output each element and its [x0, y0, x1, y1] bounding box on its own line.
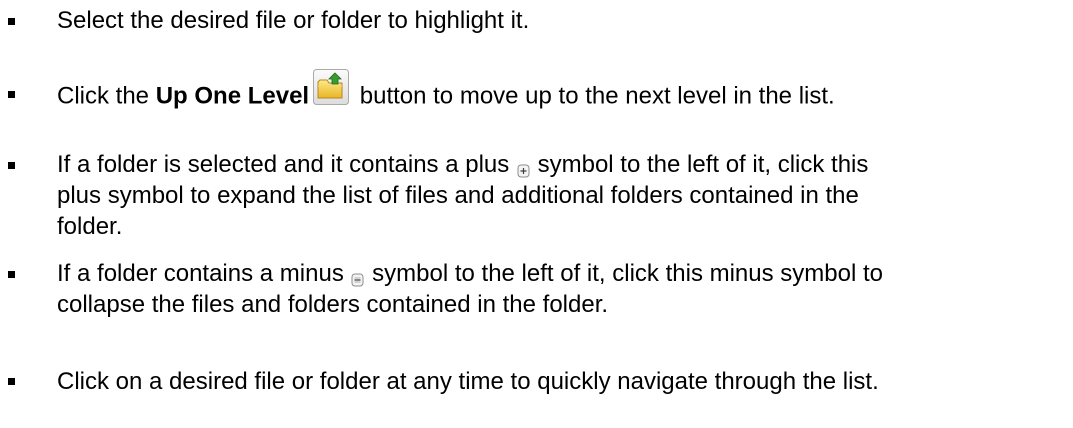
bullet-marker	[8, 91, 15, 98]
bullet-marker	[8, 18, 15, 25]
list-item-line: If a folder is selected and it contains …	[57, 149, 1067, 180]
list-item-line: plus symbol to expand the list of files …	[57, 182, 859, 209]
up-one-level-label: Up One Level	[155, 82, 310, 110]
item-text-before: If a folder is selected and it contains …	[57, 151, 516, 178]
instruction-document: Select the desired file or folder to hig…	[0, 0, 1073, 428]
item-text-after: symbol to the left of it, click this	[530, 151, 869, 178]
up-one-level-folder-icon	[313, 69, 350, 105]
list-item-line: folder.	[57, 213, 123, 240]
bullet-marker	[8, 271, 15, 278]
list-item-text: Click the Up One Level button to move up…	[57, 69, 1067, 115]
item-text-before: Click the	[57, 82, 156, 110]
minus-collapse-icon	[351, 265, 364, 287]
list-item-text: Click on a desired file or folder at any…	[57, 368, 879, 395]
item-text-after: symbol to the left of it, click this min…	[365, 260, 883, 287]
list-item-text: If a folder contains a minus symbol to t…	[57, 258, 1067, 320]
bullet-marker	[8, 378, 15, 385]
item-text-before: If a folder contains a minus	[57, 260, 351, 287]
item-text-after: button to move up to the next level in t…	[353, 82, 835, 110]
list-item-text: Select the desired file or folder to hig…	[57, 7, 530, 34]
list-item-line: If a folder contains a minus symbol to t…	[57, 258, 1067, 289]
list-item-line: collapse the files and folders contained…	[57, 291, 609, 318]
list-item-text: If a folder is selected and it contains …	[57, 149, 1067, 242]
plus-expand-icon	[517, 156, 530, 178]
bullet-marker	[8, 162, 15, 169]
